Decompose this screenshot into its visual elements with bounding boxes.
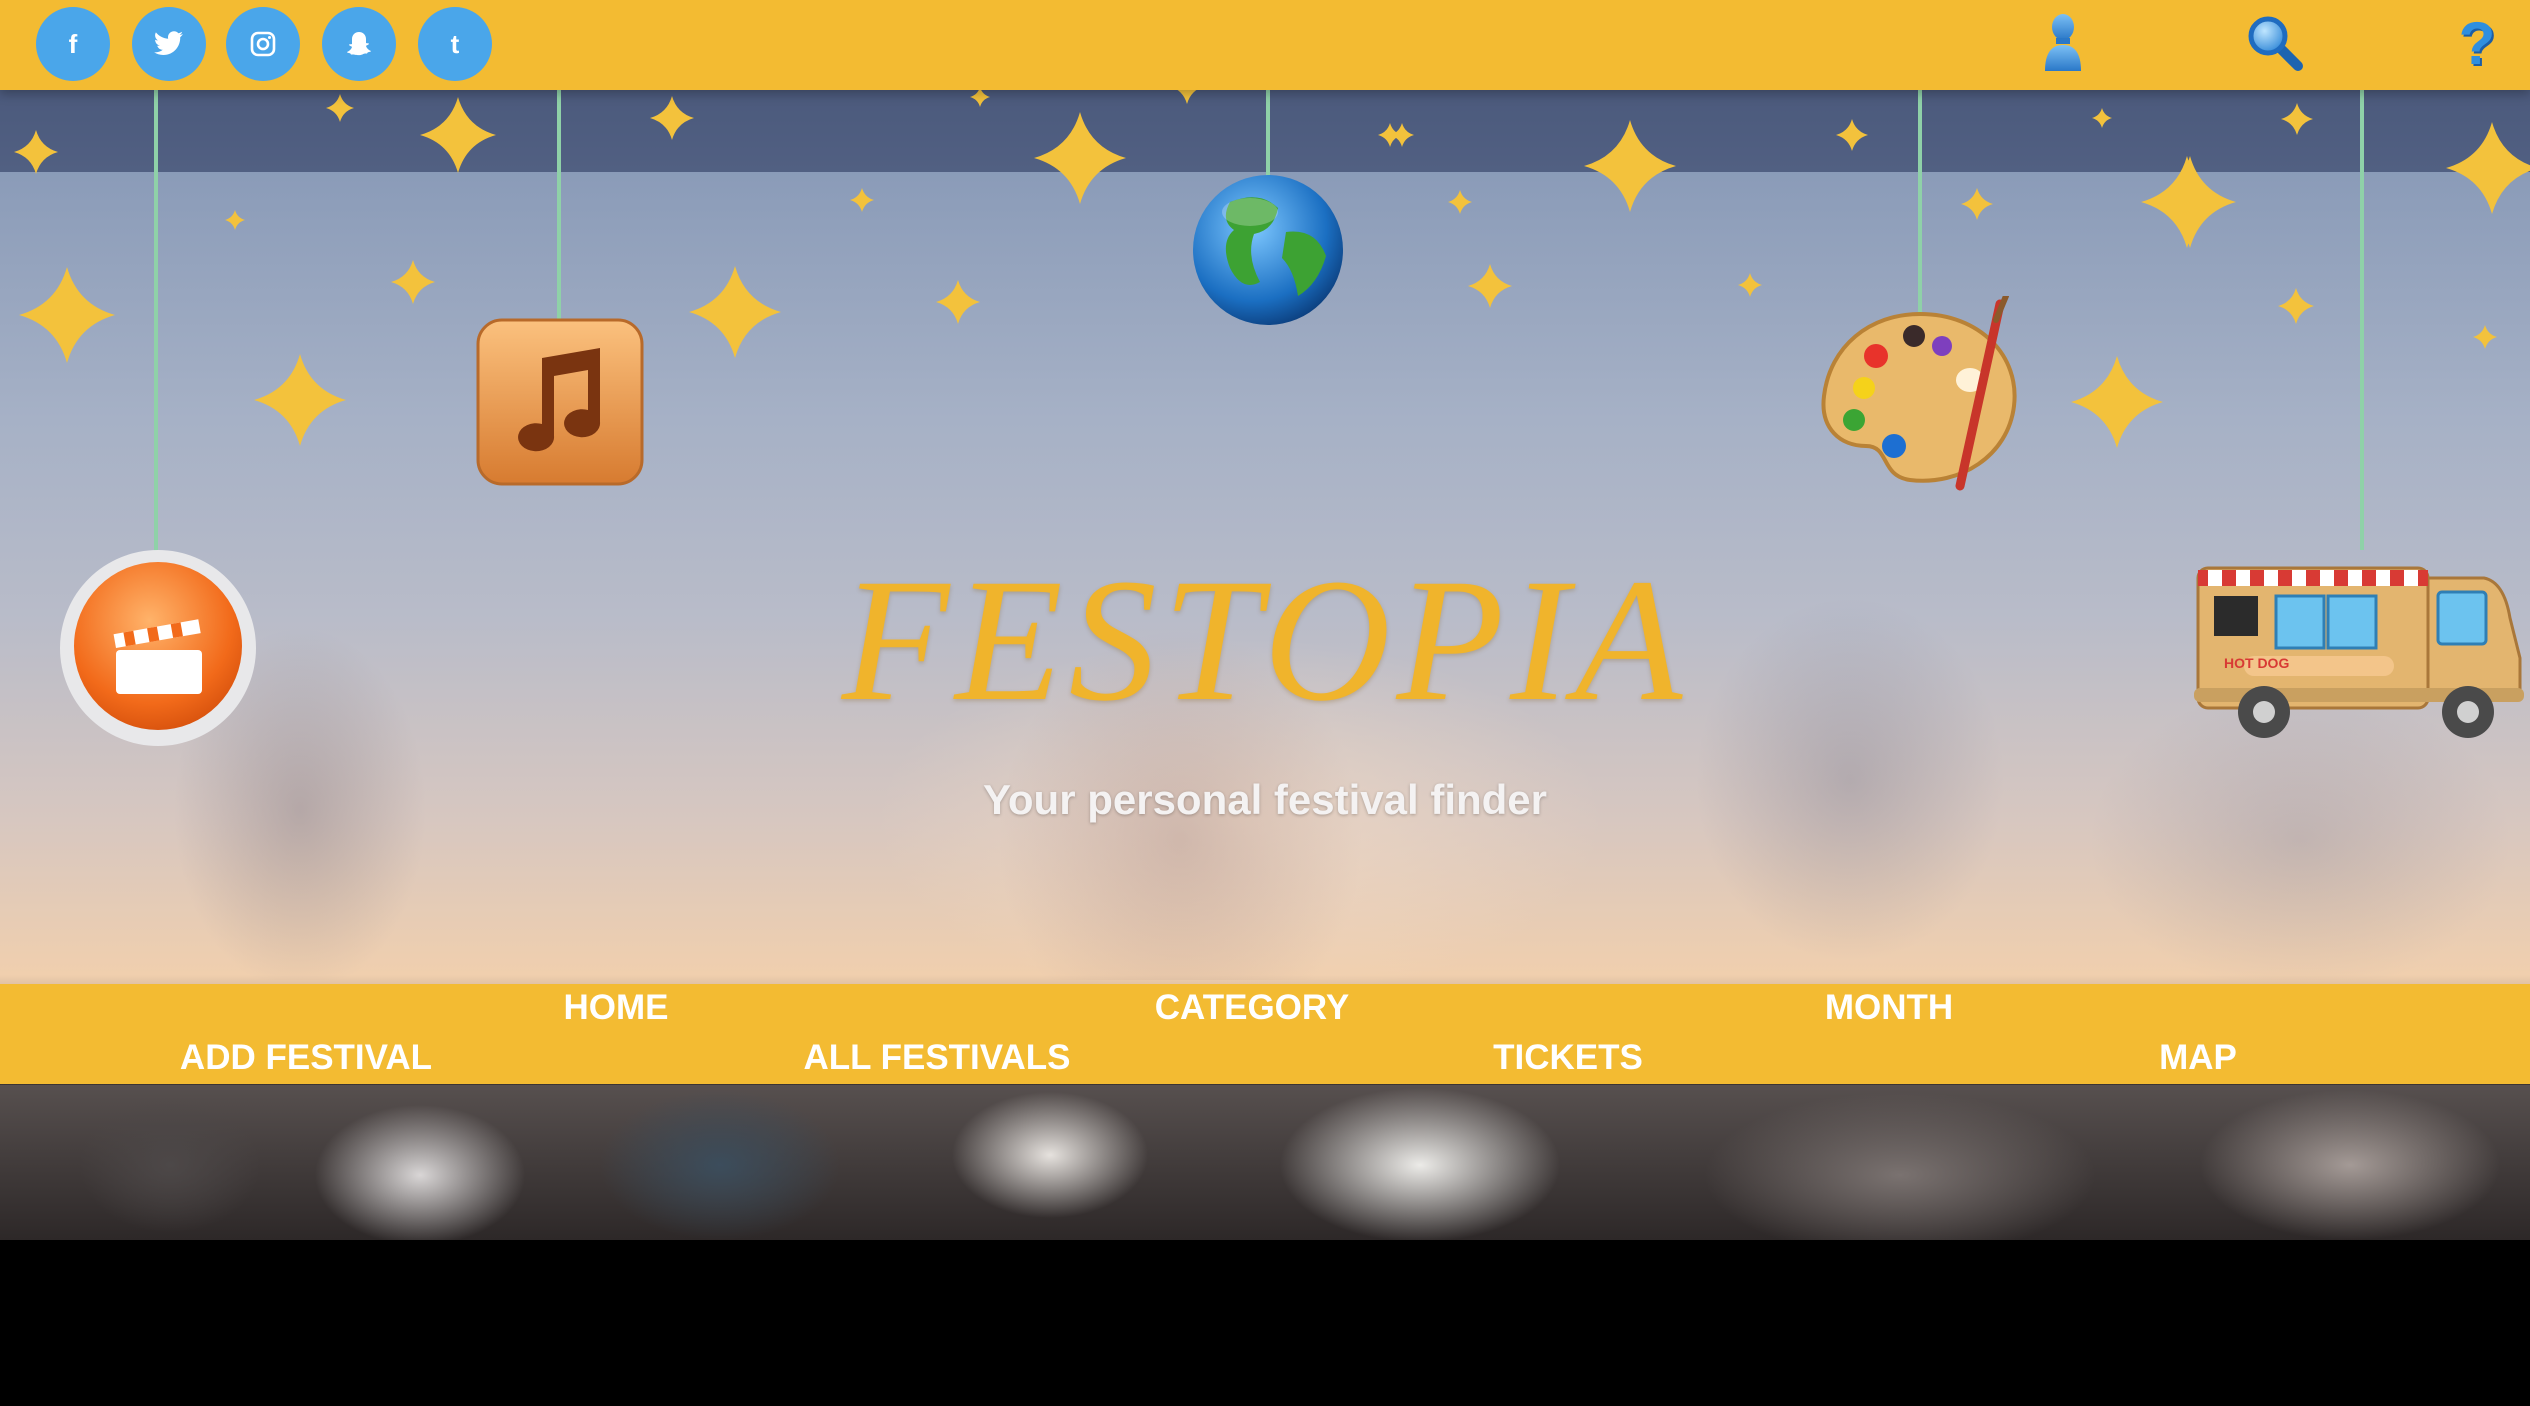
page-bottom-blank <box>0 1240 2530 1406</box>
star-23 <box>1390 123 1414 147</box>
nav-add-festival[interactable]: ADD FESTIVAL <box>180 1038 432 1078</box>
crowd-photo-strip <box>0 1085 2530 1240</box>
tumblr-icon[interactable]: t <box>418 7 492 81</box>
star-27 <box>2071 356 2163 448</box>
nav-map[interactable]: MAP <box>2159 1038 2237 1078</box>
star-21 <box>1738 273 1762 297</box>
nav-tickets[interactable]: TICKETS <box>1493 1038 1643 1078</box>
star-1 <box>326 94 354 122</box>
string-film <box>154 90 158 560</box>
star-29 <box>1448 190 1472 214</box>
site-title: FESTOPIA <box>841 543 1689 738</box>
star-10 <box>1961 188 1993 220</box>
string-truck <box>2360 90 2364 550</box>
facebook-icon[interactable]: f <box>36 7 110 81</box>
star-8 <box>1584 120 1676 212</box>
star-24 <box>2141 156 2233 248</box>
star-16 <box>254 354 346 446</box>
star-0 <box>14 130 58 174</box>
help-icon[interactable]: ? <box>2442 8 2512 78</box>
top-bar: f t ? <box>0 0 2530 90</box>
star-12 <box>2281 103 2313 135</box>
star-19 <box>936 280 980 324</box>
string-music <box>557 90 561 322</box>
star-20 <box>1468 264 1512 308</box>
nav-all-festivals[interactable]: ALL FESTIVALS <box>803 1038 1070 1078</box>
snapchat-icon[interactable] <box>322 7 396 81</box>
star-25 <box>2278 288 2314 324</box>
star-6 <box>970 87 990 107</box>
search-icon[interactable] <box>2240 8 2310 78</box>
string-palette <box>1918 90 1922 320</box>
main-nav: HOME CATEGORY MONTH ADD FESTIVAL ALL FES… <box>0 984 2530 1084</box>
stars-decoration <box>14 68 2530 448</box>
string-globe <box>1266 90 1270 180</box>
twitter-icon[interactable] <box>132 7 206 81</box>
site-tagline: Your personal festival finder <box>982 776 1548 823</box>
star-4 <box>225 210 245 230</box>
star-3 <box>650 96 694 140</box>
star-9 <box>1836 119 1868 151</box>
instagram-icon[interactable] <box>226 7 300 81</box>
star-13 <box>2446 122 2530 214</box>
nav-home[interactable]: HOME <box>564 988 669 1028</box>
star-5 <box>1034 112 1126 204</box>
star-14 <box>2092 108 2112 128</box>
user-icon[interactable] <box>2028 8 2098 78</box>
nav-month[interactable]: MONTH <box>1825 988 1953 1028</box>
star-17 <box>391 260 435 304</box>
star-2 <box>420 97 496 173</box>
music-note-icon[interactable] <box>476 318 644 486</box>
star-26 <box>2473 325 2497 349</box>
star-15 <box>19 267 115 363</box>
star-28 <box>850 188 874 212</box>
paint-palette-icon[interactable] <box>1810 293 2030 508</box>
star-18 <box>689 266 781 358</box>
globe-icon[interactable] <box>1190 172 1346 332</box>
nav-category[interactable]: CATEGORY <box>1155 988 1349 1028</box>
